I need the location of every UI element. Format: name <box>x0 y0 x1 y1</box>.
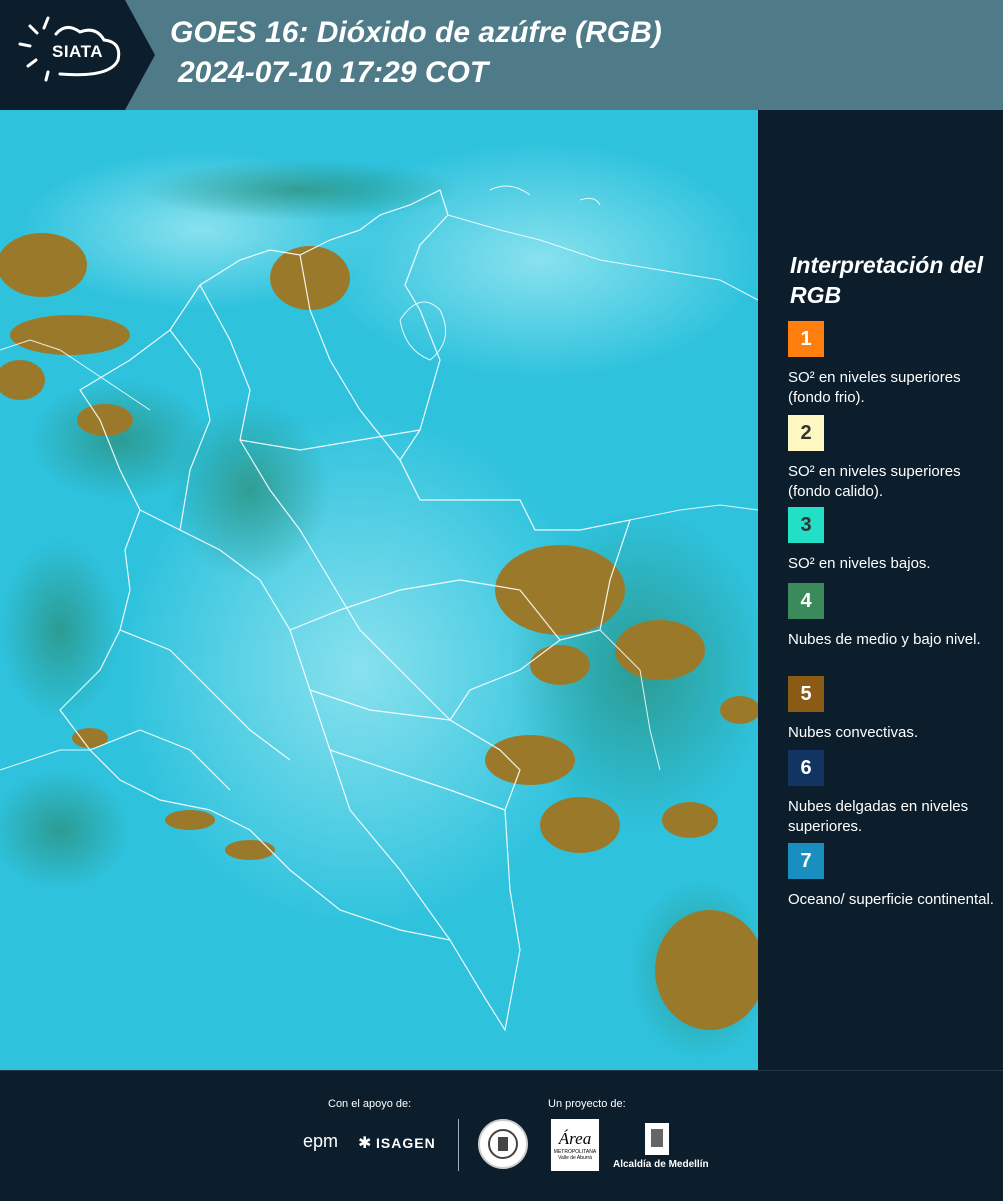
convective-cloud <box>10 315 130 355</box>
convective-cloud <box>225 840 275 860</box>
legend-item: 4 Nubes de medio y bajo nivel. <box>788 583 998 650</box>
legend-panel: Interpretación del RGB 1 SO² en niveles … <box>762 110 1003 1070</box>
legend-number: 4 <box>800 589 812 612</box>
convective-cloud <box>662 802 718 838</box>
legend-number: 1 <box>800 327 812 350</box>
convective-cloud <box>165 810 215 830</box>
legend-label: Nubes de medio y bajo nivel. <box>788 631 981 648</box>
siata-logo: SIATA <box>0 0 160 110</box>
convective-cloud <box>270 246 350 310</box>
legend-number: 6 <box>800 756 812 779</box>
legend-title: Interpretación del RGB <box>790 252 983 308</box>
medellin-seal-icon <box>478 1119 528 1169</box>
header-bar: SIATA GOES 16: Dióxido de azúfre (RGB) 2… <box>0 0 1003 110</box>
epm-logo: epm <box>303 1131 339 1151</box>
legend-number: 7 <box>800 849 812 872</box>
convective-cloud <box>615 620 705 680</box>
area-logo-name: Área <box>558 1129 592 1148</box>
convective-cloud <box>495 545 625 635</box>
legend-swatch: 6 <box>788 750 824 786</box>
legend-number: 2 <box>800 421 812 444</box>
legend-label: Oceano/ superficie continental. <box>788 891 994 908</box>
midlevel-cloud <box>170 400 330 580</box>
convective-cloud <box>485 735 575 785</box>
isagen-icon: ✱ <box>358 1135 372 1152</box>
convective-cloud <box>0 233 87 297</box>
alcaldia-label: Alcaldía de Medellín <box>613 1159 709 1170</box>
legend-label: SO² en niveles superiores (fondo calido)… <box>788 463 961 500</box>
midlevel-cloud <box>0 540 120 720</box>
legend-swatch: 1 <box>788 321 824 357</box>
legend-item: 5 Nubes convectivas. <box>788 676 998 743</box>
convective-cloud <box>530 645 590 685</box>
legend-item: 1 SO² en niveles superiores (fondo frio)… <box>788 321 998 408</box>
legend-label: SO² en niveles superiores (fondo frio). <box>788 369 961 406</box>
isagen-logo: ISAGEN <box>376 1135 436 1151</box>
legend-swatch: 5 <box>788 676 824 712</box>
project-label: Un proyecto de: <box>548 1098 626 1110</box>
area-metropolitana-logo: Área METROPOLITANA Valle de Aburrá <box>551 1119 599 1171</box>
legend-number: 5 <box>800 682 812 705</box>
satellite-map <box>0 110 758 1070</box>
legend-swatch: 2 <box>788 415 824 451</box>
legend-item: 2 SO² en niveles superiores (fondo calid… <box>788 415 998 502</box>
alcaldia-crest-icon <box>643 1121 671 1157</box>
page-timestamp: 2024-07-10 17:29 COT <box>178 56 489 89</box>
legend-label: Nubes delgadas en niveles superiores. <box>788 798 969 835</box>
midlevel-cloud <box>140 160 460 220</box>
legend-number: 3 <box>800 513 812 536</box>
legend-item: 7 Oceano/ superficie continental. <box>788 843 998 910</box>
page-title: GOES 16: Dióxido de azúfre (RGB) <box>170 16 662 49</box>
legend-item: 3 SO² en niveles bajos. <box>788 507 998 574</box>
legend-label: SO² en niveles bajos. <box>788 555 931 572</box>
convective-cloud <box>540 797 620 853</box>
legend-swatch: 3 <box>788 507 824 543</box>
legend-swatch: 7 <box>788 843 824 879</box>
legend-item: 6 Nubes delgadas en niveles superiores. <box>788 750 998 837</box>
footer-divider <box>458 1119 459 1171</box>
area-logo-sub2: Valle de Aburrá <box>558 1155 592 1161</box>
support-label: Con el apoyo de: <box>328 1098 412 1110</box>
siata-logo-text: SIATA <box>52 42 103 61</box>
legend-label: Nubes convectivas. <box>788 724 919 741</box>
legend-swatch: 4 <box>788 583 824 619</box>
footer: Con el apoyo de: Un proyecto de: epm ✱ I… <box>0 1070 1003 1201</box>
